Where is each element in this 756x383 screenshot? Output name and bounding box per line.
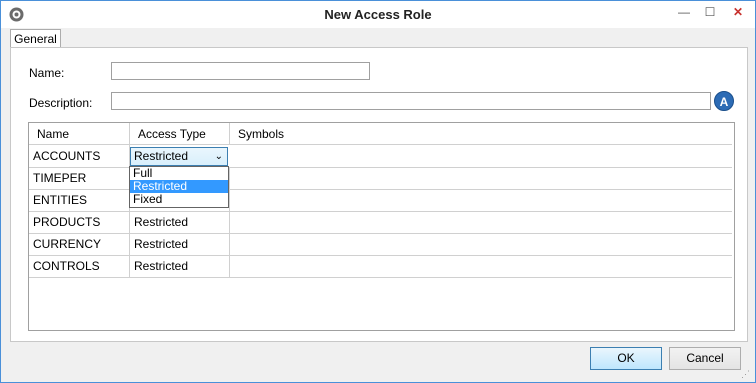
column-header-name[interactable]: Name bbox=[29, 123, 130, 145]
row-access-type[interactable]: Restricted bbox=[130, 211, 230, 233]
row-access-type[interactable]: Restricted bbox=[130, 233, 230, 255]
dropdown-option-fixed[interactable]: Fixed bbox=[130, 193, 228, 206]
row-symbols[interactable] bbox=[230, 189, 732, 211]
table-row[interactable]: CONTROLS Restricted bbox=[29, 255, 732, 278]
minimize-button[interactable]: — bbox=[673, 2, 695, 22]
resize-grip-icon[interactable]: ⋰ bbox=[741, 369, 753, 381]
close-button[interactable]: ✕ bbox=[723, 2, 753, 22]
row-name: ENTITIES bbox=[29, 189, 130, 211]
description-field[interactable] bbox=[111, 92, 711, 110]
dialog-window: New Access Role — ☐ ✕ General Name: Desc… bbox=[0, 0, 756, 383]
access-grid: Name Access Type Symbols ACCOUNTS Restri… bbox=[28, 122, 735, 331]
cancel-button[interactable]: Cancel bbox=[669, 347, 741, 370]
row-symbols[interactable] bbox=[230, 233, 732, 255]
description-lookup-button[interactable]: A bbox=[714, 91, 734, 111]
description-label: Description: bbox=[29, 96, 93, 110]
row-symbols[interactable] bbox=[230, 145, 732, 167]
row-symbols[interactable] bbox=[230, 211, 732, 233]
row-name: TIMEPER bbox=[29, 167, 130, 189]
column-header-access-type[interactable]: Access Type bbox=[130, 123, 230, 145]
row-symbols[interactable] bbox=[230, 167, 732, 189]
combo-value: Restricted bbox=[134, 149, 189, 163]
row-name: CONTROLS bbox=[29, 255, 130, 277]
access-type-combo[interactable]: Restricted ⌄ bbox=[130, 147, 228, 166]
ok-button[interactable]: OK bbox=[590, 347, 662, 370]
table-row[interactable]: CURRENCY Restricted bbox=[29, 233, 732, 256]
table-row[interactable]: PRODUCTS Restricted bbox=[29, 211, 732, 234]
table-row[interactable]: ACCOUNTS Restricted ⌄ bbox=[29, 145, 732, 168]
chevron-down-icon[interactable]: ⌄ bbox=[215, 148, 223, 165]
row-name: CURRENCY bbox=[29, 233, 130, 255]
title-bar[interactable]: New Access Role — ☐ ✕ bbox=[1, 1, 755, 28]
name-label: Name: bbox=[29, 66, 65, 80]
row-symbols[interactable] bbox=[230, 255, 732, 277]
access-type-dropdown-list: Full Restricted Fixed bbox=[129, 166, 229, 208]
name-field[interactable] bbox=[111, 62, 370, 80]
row-access-type[interactable]: Restricted bbox=[130, 255, 230, 277]
maximize-button[interactable]: ☐ bbox=[699, 2, 721, 22]
tab-general[interactable]: General bbox=[10, 29, 61, 49]
row-name: PRODUCTS bbox=[29, 211, 130, 233]
column-header-symbols[interactable]: Symbols bbox=[230, 123, 732, 145]
row-name: ACCOUNTS bbox=[29, 145, 130, 167]
window-title: New Access Role bbox=[324, 7, 432, 22]
